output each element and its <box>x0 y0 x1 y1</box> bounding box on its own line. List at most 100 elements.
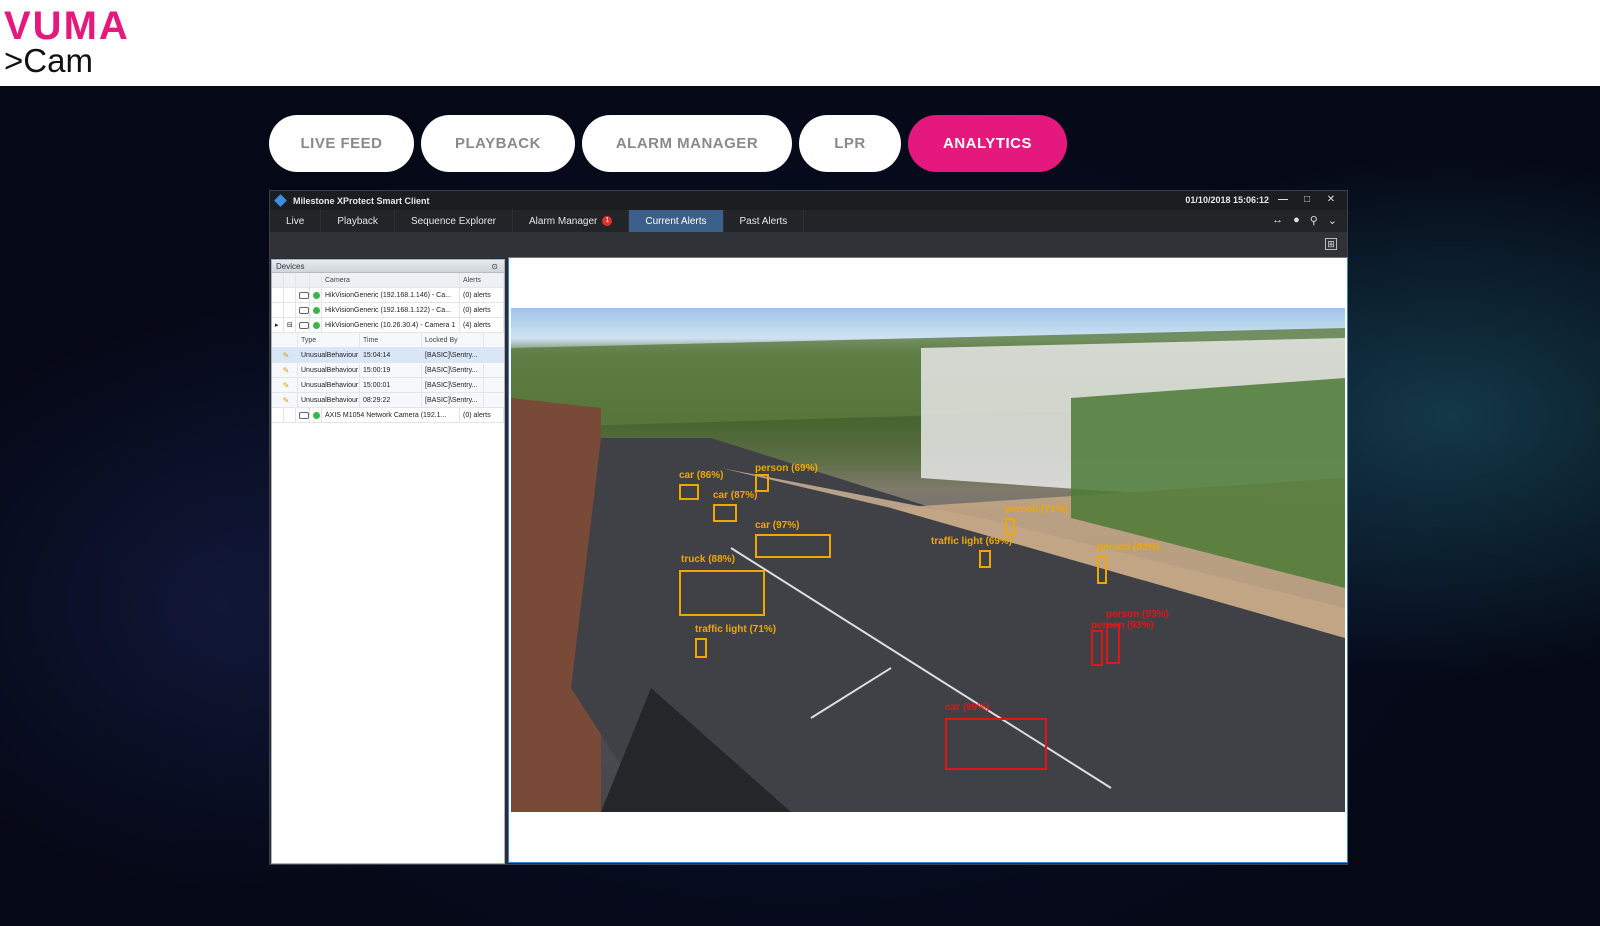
alert-locked-by: [BASIC]\Sentry... <box>422 393 484 407</box>
camera-name: HikVisionGeneric (192.168.1.146) - Ca... <box>322 288 460 302</box>
pin-icon[interactable]: ⚲ <box>1310 214 1318 227</box>
devices-table: Camera Alerts HikVisionGeneric (192.168.… <box>272 273 504 423</box>
vuma-cam-logo[interactable]: VUMA >Cam <box>4 6 130 78</box>
detection-box <box>679 484 699 500</box>
menu-tab-past-alerts[interactable]: Past Alerts <box>724 210 805 232</box>
col-locked-by[interactable]: Locked By <box>422 333 484 347</box>
detection-label: traffic light (71%) <box>695 624 777 635</box>
detection-box-alert <box>1106 624 1120 664</box>
camera-icon <box>299 321 309 329</box>
detection-label: car (87%) <box>713 490 758 501</box>
close-icon[interactable]: ✕ <box>1321 192 1341 208</box>
detection-box <box>713 504 737 522</box>
help-icon[interactable]: ● <box>1293 214 1300 227</box>
window-title: Milestone XProtect Smart Client <box>293 195 430 206</box>
main-tabs: LIVE FEED PLAYBACK ALARM MANAGER LPR ANA… <box>269 115 1067 172</box>
view-toolbar: ⊞ <box>270 232 1347 258</box>
detection-box <box>1005 518 1015 536</box>
menu-tab-current-alerts[interactable]: Current Alerts <box>629 210 724 232</box>
expand-arrow-icon[interactable]: ▸ <box>272 318 284 332</box>
menu-label: Current Alerts <box>645 215 707 227</box>
alert-row[interactable]: ✎ UnusualBehaviour 15:00:01 [BASIC]\Sent… <box>272 378 504 393</box>
col-camera[interactable]: Camera <box>322 273 460 287</box>
app-menu-bar: Live Playback Sequence Explorer Alarm Ma… <box>270 210 1347 232</box>
detection-box-alert <box>945 718 1047 770</box>
detection-box <box>979 550 991 568</box>
menu-tab-sequence-explorer[interactable]: Sequence Explorer <box>395 210 513 232</box>
detection-box <box>755 534 831 558</box>
pencil-icon: ✎ <box>282 381 290 390</box>
alert-time: 15:00:19 <box>360 363 422 377</box>
alert-time: 08:29:22 <box>360 393 422 407</box>
menu-tab-alarm-manager[interactable]: Alarm Manager 1 <box>513 210 630 232</box>
table-row[interactable]: ▸ ⊟ HikVisionGeneric (10.26.30.4) - Came… <box>272 318 504 333</box>
smart-client-window: Milestone XProtect Smart Client 01/10/20… <box>269 190 1348 865</box>
menu-tab-live[interactable]: Live <box>270 210 322 232</box>
status-online-icon <box>313 306 320 314</box>
camera-icon <box>299 411 309 419</box>
detection-label: person (92%) <box>1097 542 1160 553</box>
camera-alerts: (0) alerts <box>460 408 504 422</box>
detection-label-alert: person (93%) <box>1106 609 1169 620</box>
alert-row[interactable]: ✎ UnusualBehaviour 08:29:22 [BASIC]\Sent… <box>272 393 504 408</box>
detection-box <box>1097 556 1107 584</box>
minimize-icon[interactable]: — <box>1273 192 1293 208</box>
devices-panel: Devices ⊙ Camera Alerts HikVisionGeneric… <box>271 259 505 864</box>
status-online-icon <box>313 321 320 329</box>
alert-type: UnusualBehaviour <box>298 378 360 392</box>
camera-name: HikVisionGeneric (192.168.1.122) - Ca... <box>322 303 460 317</box>
detection-label: person (71%) <box>1005 504 1068 515</box>
col-type[interactable]: Type <box>298 333 360 347</box>
tab-live-feed[interactable]: LIVE FEED <box>269 115 414 172</box>
alert-row[interactable]: ✎ UnusualBehaviour 15:00:19 [BASIC]\Sent… <box>272 363 504 378</box>
detection-label: truck (88%) <box>681 554 735 565</box>
arrows-icon[interactable]: ↔ <box>1272 214 1283 227</box>
pin-icon[interactable]: ⊙ <box>491 260 498 273</box>
chevron-down-icon[interactable]: ⌄ <box>1328 214 1337 227</box>
table-row[interactable]: AXIS M1054 Network Camera (192.1... (0) … <box>272 408 504 423</box>
detection-box-alert <box>1091 630 1103 666</box>
collapse-box-icon[interactable]: ⊟ <box>284 318 296 332</box>
camera-name: AXIS M1054 Network Camera (192.1... <box>322 408 460 422</box>
tab-lpr[interactable]: LPR <box>799 115 901 172</box>
camera-name: HikVisionGeneric (10.26.30.4) - Camera 1 <box>322 318 460 332</box>
window-titlebar: Milestone XProtect Smart Client 01/10/20… <box>270 191 1347 210</box>
street-scene <box>511 328 1345 812</box>
alert-row[interactable]: ✎ UnusualBehaviour 15:04:14 [BASIC]\Sent… <box>272 348 504 363</box>
pencil-icon: ✎ <box>282 396 290 405</box>
menu-label: Alarm Manager <box>529 215 598 227</box>
logo-sub: >Cam <box>4 42 93 79</box>
table-row[interactable]: HikVisionGeneric (192.168.1.146) - Ca...… <box>272 288 504 303</box>
tab-alarm-manager[interactable]: ALARM MANAGER <box>582 115 792 172</box>
detection-label: car (86%) <box>679 470 724 481</box>
menu-tab-playback[interactable]: Playback <box>321 210 395 232</box>
tab-playback[interactable]: PLAYBACK <box>421 115 575 172</box>
col-alerts[interactable]: Alerts <box>460 273 504 287</box>
fullscreen-icon[interactable]: ⊞ <box>1325 238 1337 250</box>
status-online-icon <box>313 291 320 299</box>
table-header: Camera Alerts <box>272 273 504 288</box>
menu-label: Sequence Explorer <box>410 215 496 227</box>
detection-box <box>695 638 707 658</box>
devices-title: Devices <box>276 262 305 271</box>
menu-label: Playback <box>337 215 378 227</box>
col-time[interactable]: Time <box>360 333 422 347</box>
maximize-icon[interactable]: □ <box>1297 192 1317 208</box>
alerts-subheader: Type Time Locked By <box>272 333 504 348</box>
alarm-count-badge: 1 <box>602 216 613 226</box>
top-bar: VUMA >Cam <box>0 0 1600 86</box>
detection-label: person (69%) <box>755 463 818 474</box>
video-viewport[interactable]: car (86%) person (69%) car (87%) car (97… <box>508 257 1348 863</box>
pencil-icon: ✎ <box>282 351 290 360</box>
camera-alerts: (0) alerts <box>460 288 504 302</box>
camera-feed-image[interactable]: car (86%) person (69%) car (87%) car (97… <box>511 308 1345 812</box>
alert-type: UnusualBehaviour <box>298 363 360 377</box>
alert-locked-by: [BASIC]\Sentry... <box>422 378 484 392</box>
table-row[interactable]: HikVisionGeneric (192.168.1.122) - Ca...… <box>272 303 504 318</box>
tab-analytics[interactable]: ANALYTICS <box>908 115 1067 172</box>
menu-label: Live <box>286 215 305 227</box>
detection-box <box>679 570 765 616</box>
alert-type: UnusualBehaviour <box>298 393 360 407</box>
camera-icon <box>299 306 309 314</box>
detection-label: traffic light (69%) <box>931 536 1013 547</box>
